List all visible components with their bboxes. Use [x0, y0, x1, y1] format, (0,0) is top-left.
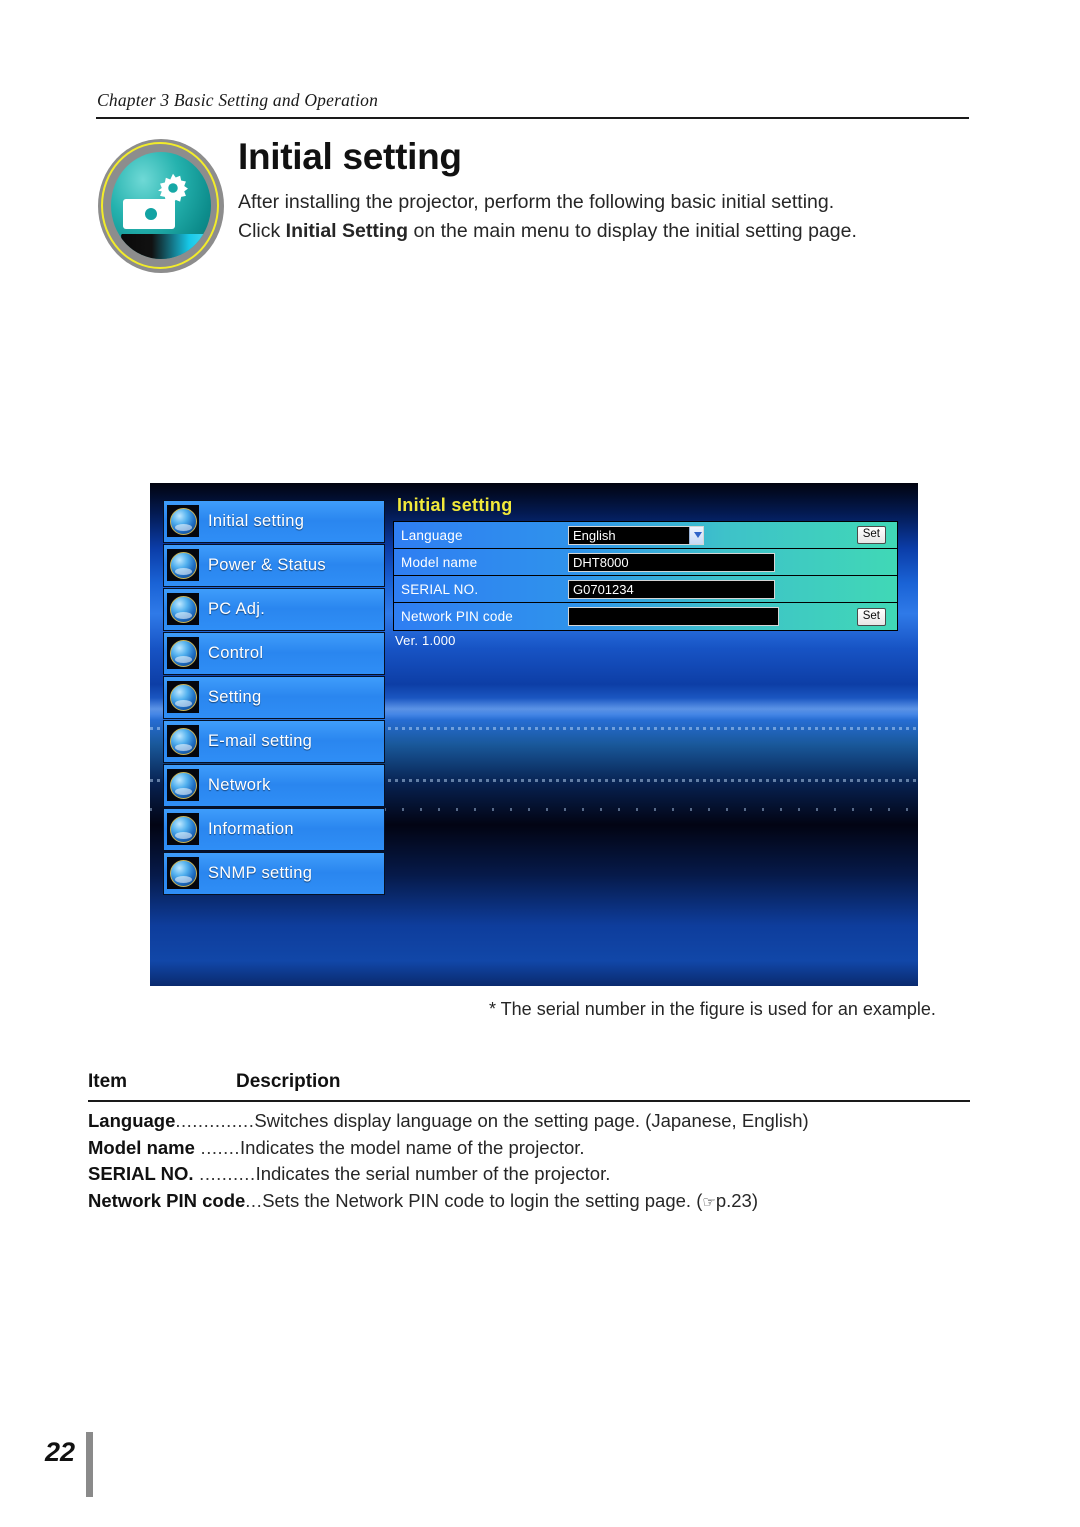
- figure-footnote: * The serial number in the figure is use…: [489, 999, 936, 1019]
- row-page-ref: p.23): [715, 1189, 758, 1211]
- folio-bar: [86, 1432, 93, 1497]
- header-rule: [96, 117, 969, 119]
- information-orb-icon: [167, 813, 199, 846]
- language-value: English: [573, 527, 616, 543]
- version-label: Ver. 1.000: [395, 633, 456, 648]
- pane-title: Initial setting: [397, 495, 513, 515]
- sidebar-item-snmp-setting[interactable]: SNMP setting: [163, 852, 385, 895]
- sidebar-item-label: Initial setting: [208, 511, 305, 530]
- initial-setting-orb-icon: [167, 505, 199, 538]
- sidebar-item-control[interactable]: Control: [163, 632, 385, 675]
- description-table-rule: [88, 1100, 970, 1102]
- initial-setting-form: Language English Set Model name DHT8000 …: [393, 521, 898, 631]
- email-setting-orb-icon: [167, 725, 199, 758]
- row-text: Indicates the model name of the projecto…: [240, 1136, 585, 1158]
- sidebar-item-label: SNMP setting: [208, 863, 313, 882]
- row-dots: .......: [194, 1136, 241, 1158]
- sidebar-nav: Initial setting Power & Status PC Adj. C…: [163, 500, 385, 896]
- network-pin-set-button[interactable]: Set: [856, 607, 886, 626]
- form-row-language: Language English Set: [394, 522, 897, 549]
- description-table-header: Item Description: [88, 1071, 970, 1100]
- snmp-setting-orb-icon: [167, 857, 199, 890]
- column-header-item: Item: [88, 1071, 128, 1092]
- chevron-down-icon[interactable]: [689, 526, 703, 544]
- serial-no-label: SERIAL NO.: [401, 581, 479, 597]
- description-table: Item Description Language..............S…: [88, 1071, 970, 1216]
- row-term: SERIAL NO.: [88, 1163, 194, 1184]
- power-status-orb-icon: [167, 549, 199, 582]
- form-row-model-name: Model name DHT8000: [394, 549, 897, 576]
- row-term: Network PIN code: [88, 1189, 246, 1211]
- sidebar-item-power-status[interactable]: Power & Status: [163, 544, 385, 587]
- description-row-language: Language..............Switches display l…: [88, 1108, 970, 1135]
- sidebar-item-label: Information: [208, 819, 294, 838]
- setting-orb-icon: [167, 681, 199, 714]
- intro-line-2-pre: Click: [238, 220, 286, 242]
- row-text: Sets the Network PIN code to login the s…: [262, 1189, 703, 1211]
- row-text: Indicates the serial number of the proje…: [255, 1163, 611, 1184]
- row-text: Switches display language on the setting…: [254, 1110, 809, 1131]
- badge-swoosh: [121, 234, 211, 259]
- row-term: Model name: [88, 1136, 195, 1158]
- network-pin-input[interactable]: [568, 607, 779, 626]
- network-orb-icon: [167, 769, 199, 802]
- intro-line-2-bold: Initial Setting: [285, 220, 409, 242]
- sidebar-item-label: PC Adj.: [208, 599, 266, 618]
- sidebar-item-setting[interactable]: Setting: [163, 676, 385, 719]
- row-dots: ..........: [193, 1163, 256, 1184]
- form-row-network-pin: Network PIN code Set: [394, 603, 897, 630]
- control-orb-icon: [167, 637, 199, 670]
- sidebar-item-label: Control: [208, 643, 264, 662]
- sidebar-item-network[interactable]: Network: [163, 764, 385, 807]
- language-set-button[interactable]: Set: [856, 526, 886, 544]
- intro-line-2-post: on the main menu to display the initial …: [408, 220, 857, 242]
- page-title: Initial setting: [238, 136, 462, 177]
- running-head: Chapter 3 Basic Setting and Operation: [97, 90, 379, 110]
- column-header-description: Description: [236, 1071, 341, 1092]
- initial-setting-pane: Initial setting Language English Set Mod…: [393, 495, 898, 648]
- description-row-network-pin: Network PIN code...Sets the Network PIN …: [88, 1188, 970, 1217]
- sidebar-item-label: Network: [208, 775, 271, 794]
- row-dots: ..............: [175, 1110, 255, 1131]
- description-row-serial-no: SERIAL NO. ..........Indicates the seria…: [88, 1161, 970, 1188]
- initial-setting-badge-icon: [90, 133, 230, 281]
- model-name-label: Model name: [401, 554, 478, 570]
- sidebar-item-information[interactable]: Information: [163, 808, 385, 851]
- row-dots: ...: [245, 1189, 263, 1211]
- model-name-value: DHT8000: [568, 552, 775, 572]
- sidebar-item-initial-setting[interactable]: Initial setting: [163, 500, 385, 543]
- language-select[interactable]: English: [568, 525, 704, 545]
- pc-adj-orb-icon: [167, 593, 199, 626]
- serial-no-value: G0701234: [568, 579, 775, 599]
- intro-line-1: After installing the projector, perform …: [238, 191, 835, 213]
- language-label: Language: [401, 527, 463, 543]
- sidebar-item-label: Setting: [208, 687, 262, 706]
- sidebar-item-label: E-mail setting: [208, 731, 313, 750]
- form-row-serial-no: SERIAL NO. G0701234: [394, 576, 897, 603]
- description-row-model-name: Model name .......Indicates the model na…: [88, 1135, 970, 1162]
- projector-lens-shape: [142, 205, 160, 223]
- sidebar-item-pc-adj[interactable]: PC Adj.: [163, 588, 385, 631]
- projector-web-ui-screenshot: Initial setting Power & Status PC Adj. C…: [150, 483, 918, 986]
- sidebar-item-label: Power & Status: [208, 555, 326, 574]
- sidebar-item-email-setting[interactable]: E-mail setting: [163, 720, 385, 763]
- row-term: Language: [88, 1110, 176, 1131]
- page-number: 22: [45, 1437, 76, 1467]
- pointing-hand-icon: ☞: [702, 1193, 716, 1211]
- network-pin-label: Network PIN code: [401, 609, 513, 624]
- intro-paragraph: After installing the projector, perform …: [238, 188, 978, 246]
